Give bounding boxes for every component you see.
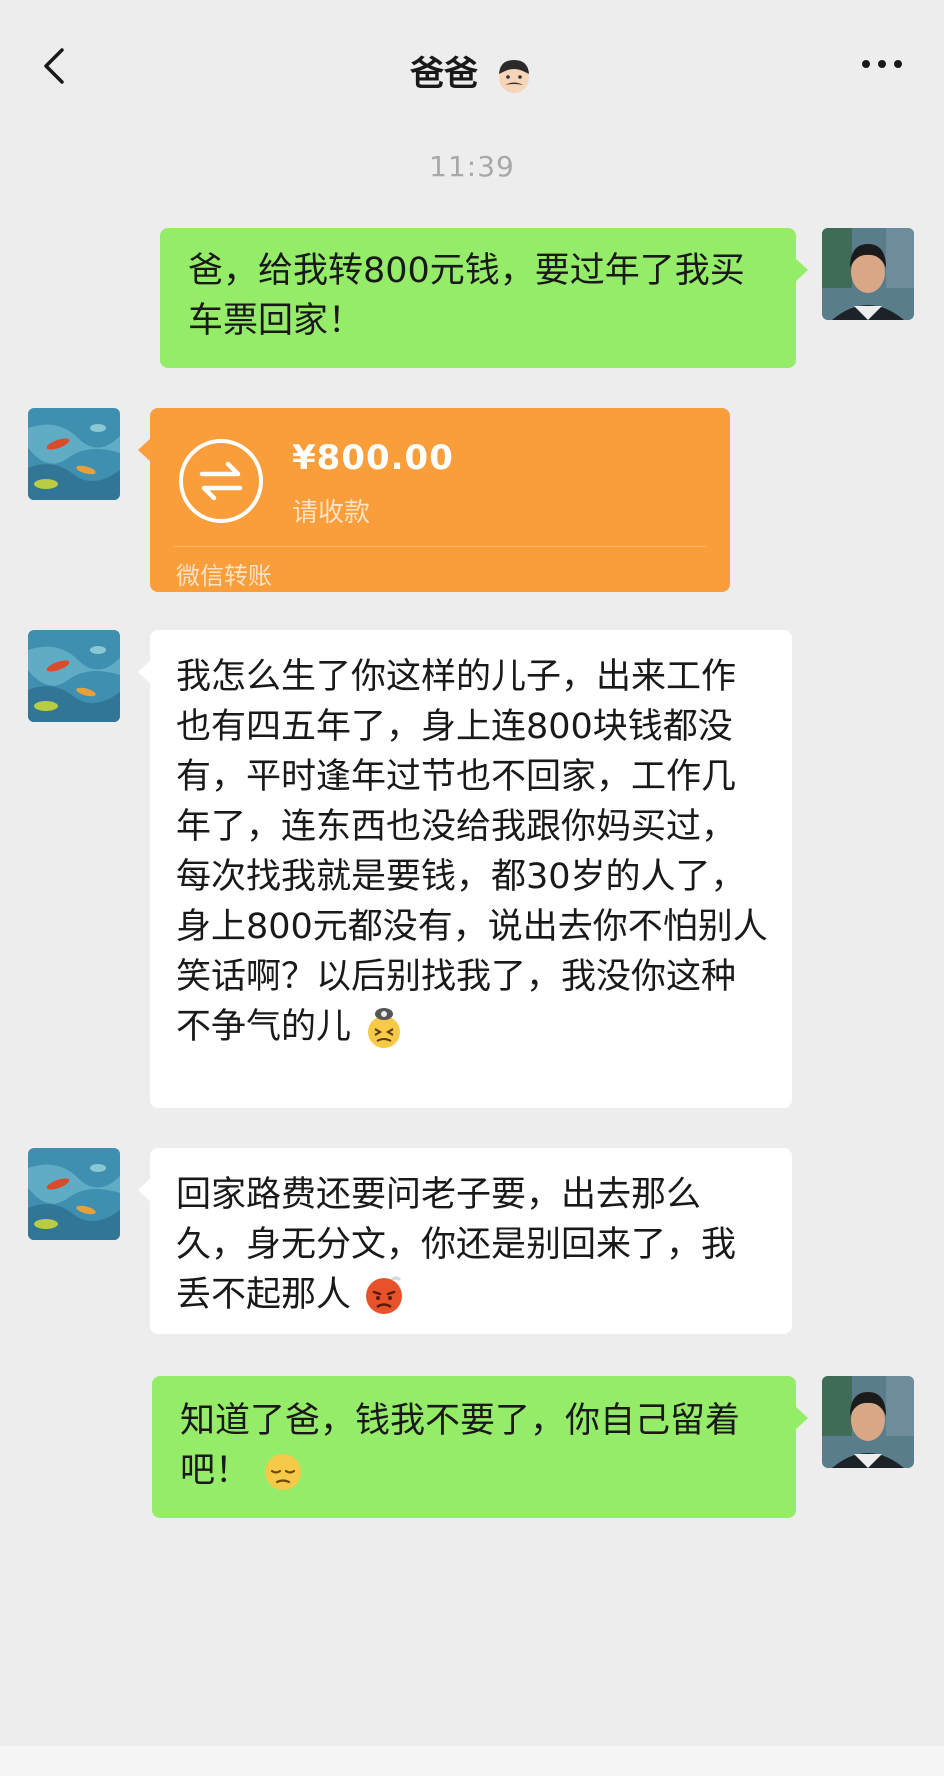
- more-button[interactable]: [858, 52, 906, 76]
- man-emoji-icon: [498, 59, 529, 93]
- received-message-bubble[interactable]: 我怎么生了你这样的儿子，出来工作也有四五年了，身上连800块钱都没有，平时逢年过…: [138, 630, 792, 1108]
- my-avatar[interactable]: [822, 228, 914, 320]
- more-dots-icon: [862, 60, 902, 68]
- transfer-footer-label: 微信转账: [176, 562, 272, 590]
- sent-message-bubble[interactable]: 知道了爸，钱我不要了，你自己留着吧！: [152, 1376, 808, 1518]
- dad-avatar[interactable]: [28, 408, 120, 500]
- angry-smoke-emoji-icon: [368, 1008, 401, 1048]
- wechat-transfer-card[interactable]: ¥800.00 请收款 微信转账: [138, 408, 730, 592]
- transfer-amount: ¥800.00: [292, 438, 454, 478]
- chat-header: 爸爸: [0, 0, 944, 140]
- received-message-bubble[interactable]: 回家路费还要问老子要，出去那么久，身无分文，你还是别回来了，我丢不起那人: [138, 1148, 792, 1334]
- chat-title: 爸爸: [0, 46, 944, 96]
- message-text: 我怎么生了你这样的儿子，出来工作也有四五年了，身上连800块钱都没有，平时逢年过…: [176, 657, 768, 1047]
- contact-name: 爸爸: [410, 54, 479, 94]
- dad-avatar[interactable]: [28, 1148, 120, 1240]
- pensive-face-emoji-icon: [265, 1454, 302, 1490]
- message-text: 回家路费还要问老子要，出去那么久，身无分文，你还是别回来了，我丢不起那人: [176, 1175, 737, 1315]
- divider: [174, 546, 706, 547]
- message-timestamp: 11:39: [429, 150, 515, 183]
- bubble-tail: [795, 258, 808, 282]
- angry-red-face-emoji-icon: [366, 1276, 403, 1314]
- bubble-tail: [138, 660, 151, 684]
- my-avatar[interactable]: [822, 1376, 914, 1468]
- message-text: 爸，给我转800元钱，要过年了我买车票回家！: [188, 251, 745, 341]
- dad-avatar[interactable]: [28, 630, 120, 722]
- bubble-tail: [795, 1406, 808, 1430]
- transfer-status: 请收款: [292, 498, 371, 528]
- bottom-bar: [0, 1746, 944, 1776]
- sent-message-bubble[interactable]: 爸，给我转800元钱，要过年了我买车票回家！: [160, 228, 808, 368]
- bubble-tail: [138, 438, 151, 462]
- bubble-tail: [138, 1178, 151, 1202]
- transfer-arrows-icon: [179, 439, 263, 523]
